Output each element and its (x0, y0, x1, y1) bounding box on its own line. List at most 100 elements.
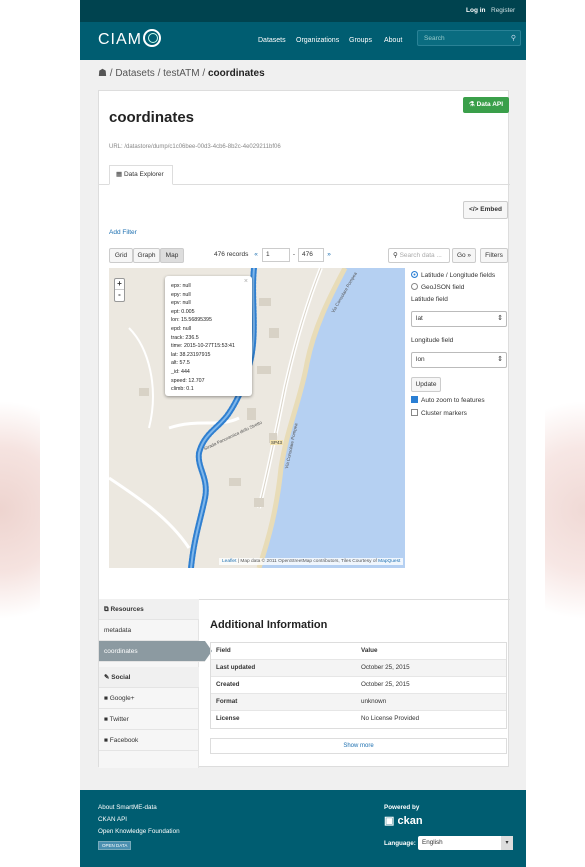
nav-groups[interactable]: Groups (349, 37, 372, 44)
data-search-placeholder: Search data ... (399, 252, 442, 259)
social-facebook[interactable]: ■ Facebook (99, 730, 199, 751)
register-link[interactable]: Register (491, 7, 515, 14)
mapquest-link[interactable]: MapQuest (378, 559, 400, 564)
lon-field-value: lon (416, 356, 425, 363)
search-icon[interactable]: ⚲ (511, 34, 516, 42)
ckan-logo[interactable]: ▣ ckan (384, 814, 423, 827)
row-value: No License Provided (361, 715, 420, 722)
data-api-label: Data API (476, 101, 504, 108)
data-search-input[interactable]: ⚲ Search data ... (388, 248, 450, 263)
login-link[interactable]: Log in (466, 7, 486, 14)
checkbox-checked-icon (411, 396, 418, 403)
select-caret-icon: ⇕ (497, 356, 503, 363)
ckan-logo-text: ckan (397, 815, 423, 827)
background-decoration-left (0, 360, 40, 660)
breadcrumb-current[interactable]: coordinates (208, 68, 265, 79)
row-field: Created (216, 681, 240, 688)
page-frame: Log in Register CIAM Datasets Organizati… (80, 0, 526, 867)
auto-zoom-checkbox[interactable]: Auto zoom to features (411, 396, 485, 404)
close-icon[interactable]: × (244, 278, 248, 287)
facebook-icon: ■ (104, 737, 108, 744)
zoom-out-button[interactable]: - (115, 290, 124, 301)
site-logo[interactable]: CIAM (98, 29, 161, 49)
site-search-input[interactable] (418, 31, 502, 45)
popup-line: climb: 0.1 (171, 386, 194, 393)
embed-button[interactable]: </> Embed (463, 201, 508, 219)
resource-sidebar: ⧉ Resources metadata coordinates ✎ Socia… (99, 599, 212, 768)
nav-about[interactable]: About (384, 37, 402, 44)
lat-field-select[interactable]: lat ⇕ (411, 311, 507, 327)
lon-field-label: Longitude field (411, 337, 454, 344)
next-page-button[interactable]: » (324, 248, 334, 262)
record-count: 476 records (214, 251, 249, 258)
social-twitter[interactable]: ■ Twitter (99, 709, 199, 730)
open-data-badge[interactable]: OPEN DATA (98, 841, 132, 850)
popup-line: _id: 444 (171, 368, 190, 375)
row-field: Format (216, 698, 238, 705)
ckan-icon: ▣ (384, 815, 395, 827)
prev-page-button[interactable]: « (251, 248, 261, 262)
popup-line: epx: null (171, 283, 191, 289)
popup-line: alt: 57.5 (171, 360, 190, 367)
tab-data-explorer[interactable]: ▦ Data Explorer (109, 165, 173, 185)
view-graph-button[interactable]: Graph (133, 248, 160, 263)
row-value: October 25, 2015 (361, 681, 410, 688)
resource-url[interactable]: URL: /datastore/dump/c1c06bee-00d3-4cb6-… (109, 144, 281, 150)
cluster-label: Cluster markers (421, 410, 467, 417)
home-icon[interactable]: ☗ (98, 68, 107, 79)
popup-line: time: 2015-10-27T15:53:41 (171, 343, 235, 350)
add-filter-link[interactable]: Add Filter (109, 229, 137, 236)
nav-datasets[interactable]: Datasets (258, 37, 286, 44)
radio-geojson[interactable]: GeoJSON field (411, 283, 464, 291)
google-plus-icon: ■ (104, 695, 108, 702)
language-select[interactable]: English ▾ (418, 836, 513, 850)
page-from-input[interactable]: 1 (262, 248, 290, 262)
cluster-checkbox[interactable]: Cluster markers (411, 409, 467, 417)
resources-heading-label: Resources (110, 606, 144, 613)
breadcrumb-dataset[interactable]: testATM (163, 68, 199, 79)
breadcrumb-sep: / (202, 68, 206, 79)
map-view[interactable]: SP43 Strada Panoramica dello Stretto Via… (109, 268, 405, 568)
background-decoration-right (545, 360, 585, 660)
code-icon: </> (469, 206, 479, 213)
popup-line: track: 236.5 (171, 334, 199, 341)
auto-zoom-label: Auto zoom to features (421, 397, 485, 404)
go-button[interactable]: Go » (452, 248, 476, 263)
attribution-text: | Map data © 2011 OpenStreetMap contribu… (237, 559, 377, 564)
nav-organizations[interactable]: Organizations (296, 37, 339, 44)
site-footer: About SmartME-data CKAN API Open Knowled… (80, 790, 526, 867)
footer-ckan-api-link[interactable]: CKAN API (98, 816, 127, 823)
leaflet-link[interactable]: Leaflet (222, 559, 236, 564)
row-field: License (216, 715, 240, 722)
show-more-button[interactable]: Show more (210, 738, 507, 754)
filters-button[interactable]: Filters (480, 248, 508, 263)
view-grid-button[interactable]: Grid (109, 248, 133, 263)
language-value: English (422, 839, 443, 846)
zoom-in-button[interactable]: + (115, 279, 124, 290)
data-api-button[interactable]: ⚗ Data API (463, 97, 509, 113)
popup-line: ept: 0.005 (171, 308, 195, 315)
map-road-label: SP43 (270, 440, 284, 445)
social-label: Twitter (109, 716, 129, 723)
lon-field-select[interactable]: lon ⇕ (411, 352, 507, 368)
additional-info-table: Field Value Last updated October 25, 2015 … (210, 642, 507, 729)
table-row: Created October 25, 2015 (211, 677, 506, 694)
update-button[interactable]: Update (411, 377, 441, 392)
footer-about-link[interactable]: About SmartME-data (98, 804, 157, 811)
header-value: Value (361, 647, 378, 654)
flask-icon: ⚗ (468, 101, 475, 108)
social-google-plus[interactable]: ■ Google+ (99, 688, 199, 709)
page-to-input[interactable]: 476 (298, 248, 324, 262)
sidebar-item-metadata[interactable]: metadata (99, 620, 199, 641)
table-row: License No License Provided (211, 711, 506, 728)
footer-okf-link[interactable]: Open Knowledge Foundation (98, 828, 180, 835)
popup-line: epd: null (171, 325, 192, 332)
radio-latlon[interactable]: Latitude / Longitude fields (411, 271, 495, 279)
view-map-button[interactable]: Map (160, 248, 184, 263)
sidebar-item-coordinates[interactable]: coordinates (99, 641, 212, 662)
breadcrumb-datasets[interactable]: Datasets (115, 68, 154, 79)
radio-icon (411, 283, 418, 290)
map-popup: × epx: null epy: null epv: null ept: 0.0… (165, 276, 252, 396)
map-zoom-control: + - (114, 278, 125, 302)
popup-line: epy: null (171, 291, 191, 298)
